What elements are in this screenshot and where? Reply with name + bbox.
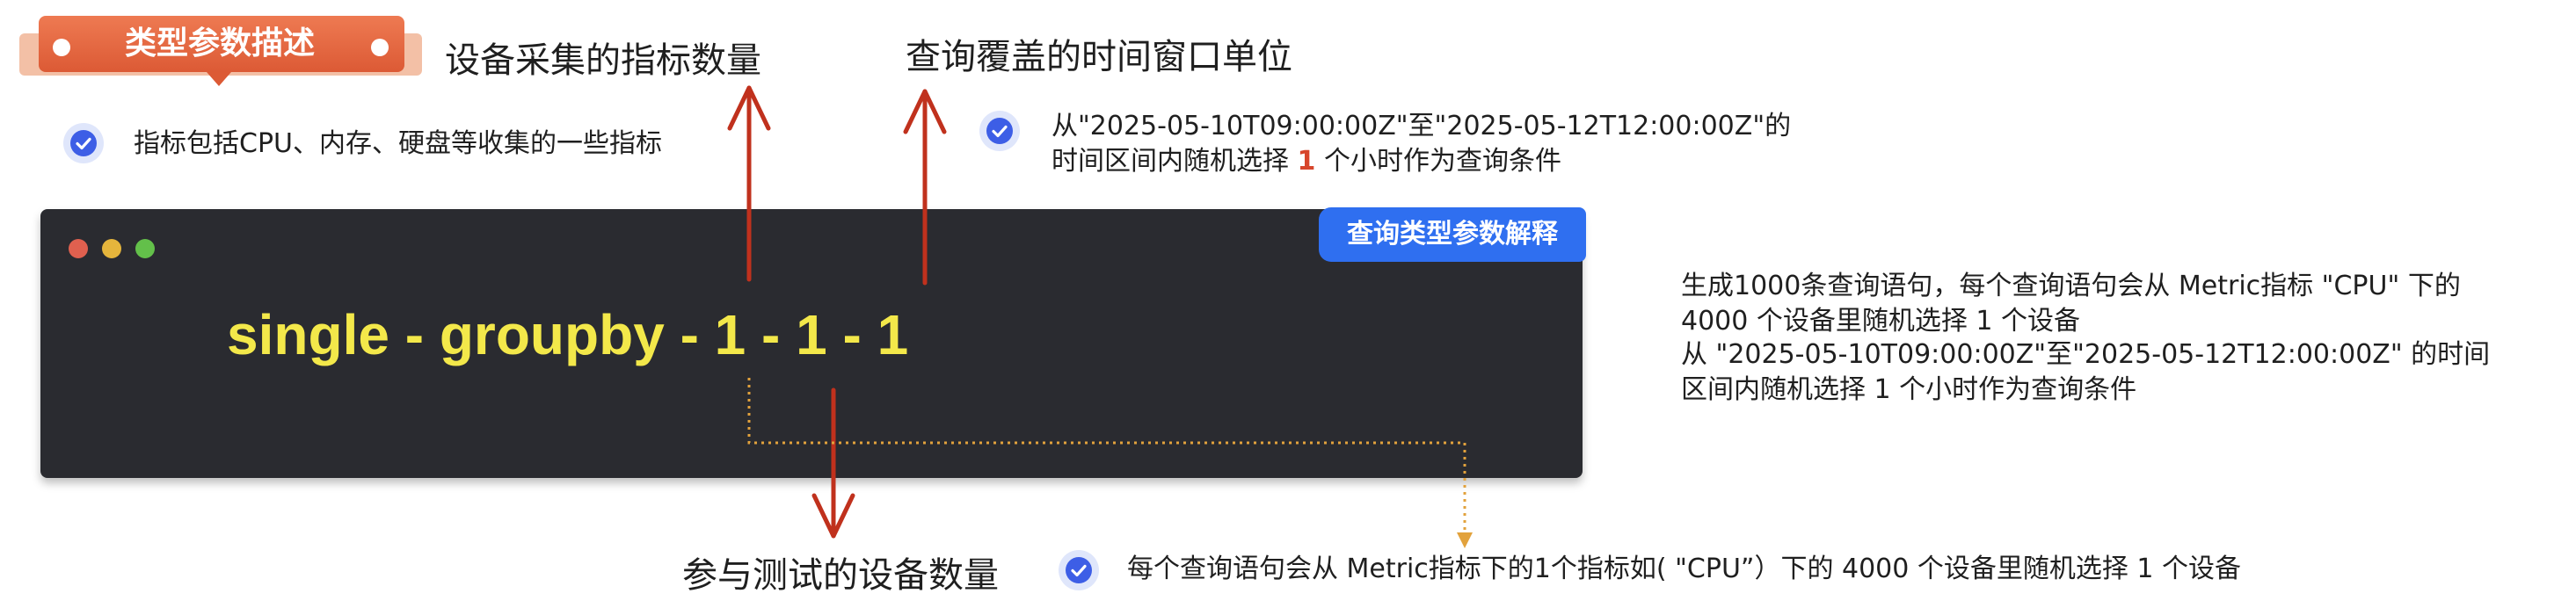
dotted-connector — [747, 378, 1466, 538]
dotted-connector-arrowhead — [1457, 532, 1473, 548]
arrow-up-metric-count — [727, 85, 771, 282]
arrows-overlay — [727, 85, 1473, 548]
arrow-down-device-count — [811, 387, 855, 539]
arrow-up-time-window — [903, 89, 947, 286]
